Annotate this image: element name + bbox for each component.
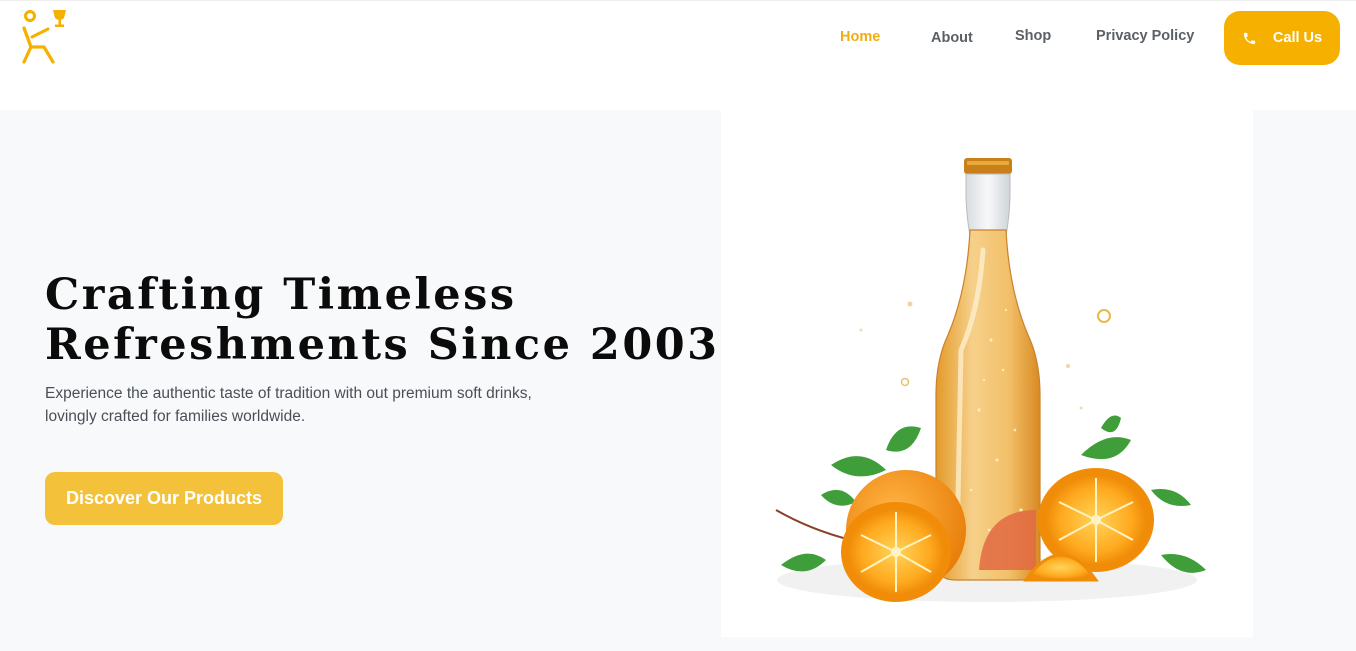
hero-subtitle: Experience the authentic taste of tradit…: [45, 382, 585, 428]
nav-about-link[interactable]: About: [931, 30, 973, 46]
discover-products-button[interactable]: Discover Our Products: [45, 472, 283, 525]
logo-icon[interactable]: [20, 7, 70, 67]
hero-title: Crafting Timeless Refreshments Since 200…: [45, 270, 720, 370]
hero-subtitle-line-2: lovingly crafted for families worldwide.: [45, 408, 306, 425]
nav-privacy-policy-link[interactable]: Privacy Policy: [1096, 28, 1194, 44]
orange-soda-bottle-illustration: [775, 158, 1206, 602]
hero-title-line-2: Refreshments Since 2003: [45, 320, 720, 370]
phone-icon: [1243, 32, 1256, 44]
hero-product-image: [721, 110, 1253, 637]
hero-section: Crafting Timeless Refreshments Since 200…: [0, 110, 1356, 651]
nav-home-link[interactable]: Home: [840, 29, 880, 45]
nav-shop-link[interactable]: Shop: [1015, 28, 1051, 44]
hero-title-line-1: Crafting Timeless: [45, 270, 517, 320]
site-header: Home About Shop Privacy Policy Call Us: [0, 0, 1356, 110]
hero-subtitle-line-1: Experience the authentic taste of tradit…: [45, 385, 532, 402]
call-us-button[interactable]: Call Us: [1224, 11, 1340, 65]
call-us-label: Call Us: [1272, 30, 1323, 46]
